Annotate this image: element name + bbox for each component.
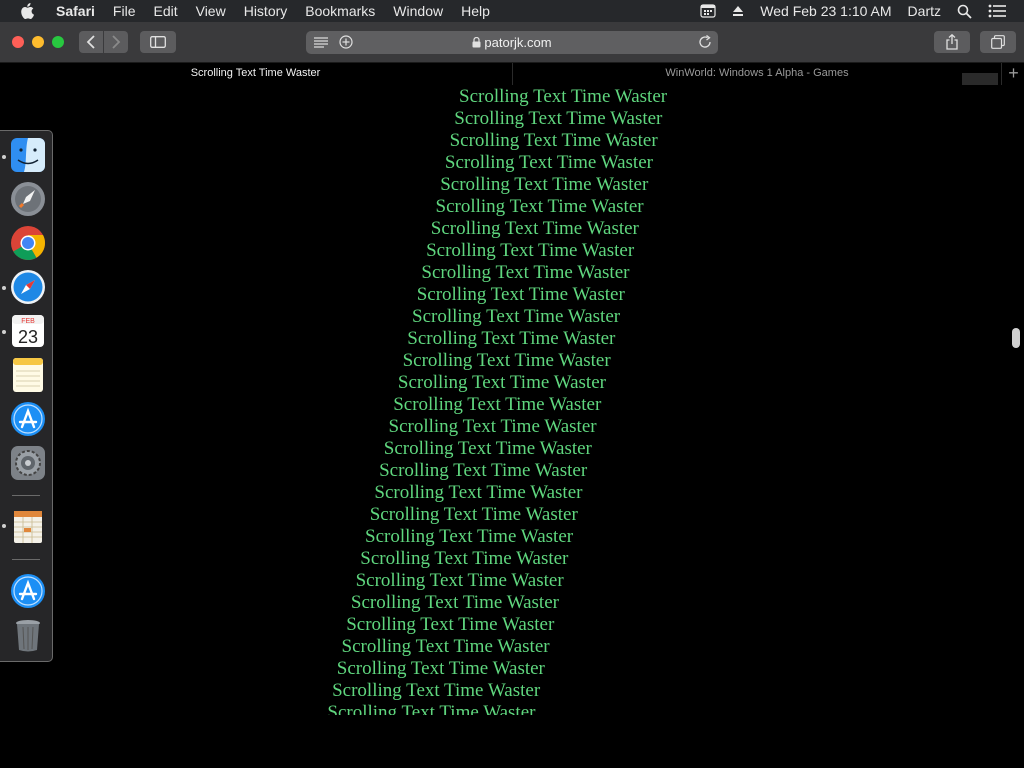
scrolling-text-line: Scrolling Text Time Waster	[388, 416, 597, 437]
spotlight-search-icon[interactable]	[957, 4, 972, 19]
scrolling-text-line: Scrolling Text Time Waster	[365, 526, 574, 547]
scrolling-text-line: Scrolling Text Time Waster	[459, 86, 668, 107]
trash-icon[interactable]	[10, 617, 46, 653]
show-all-tabs-button[interactable]	[980, 31, 1016, 53]
running-indicator	[2, 286, 6, 290]
share-icon	[946, 34, 958, 50]
clock[interactable]: Wed Feb 23 1:10 AM	[760, 0, 891, 22]
scrolling-text-line: Scrolling Text Time Waster	[374, 482, 583, 503]
menu-app-name[interactable]: Safari	[52, 0, 104, 22]
lock-icon	[472, 36, 481, 48]
scrolling-text-line: Scrolling Text Time Waster	[393, 394, 602, 415]
minimize-window-button[interactable]	[32, 36, 44, 48]
sidebar-toggle-button[interactable]	[140, 31, 176, 53]
scrolling-text-line: Scrolling Text Time Waster	[341, 636, 550, 657]
apple-menu-icon[interactable]	[20, 2, 38, 20]
address-bar[interactable]: patorjk.com	[306, 31, 718, 54]
zoom-window-button[interactable]	[52, 36, 64, 48]
notes-icon[interactable]	[10, 357, 46, 393]
scrolling-text-line: Scrolling Text Time Waster	[379, 460, 588, 481]
menu-help[interactable]: Help	[452, 0, 499, 22]
scrolling-text-line: Scrolling Text Time Waster	[397, 372, 606, 393]
scrolling-text-line: Scrolling Text Time Waster	[350, 592, 559, 613]
scrolling-text-line: Scrolling Text Time Waster	[346, 614, 555, 635]
scrolling-text-line: Scrolling Text Time Waster	[435, 196, 644, 217]
calendar-status-icon[interactable]	[700, 4, 716, 18]
system-preferences-icon[interactable]	[10, 445, 46, 481]
sidebar-icon	[150, 36, 166, 48]
menu-file[interactable]: File	[104, 0, 145, 22]
url-text: patorjk.com	[484, 35, 552, 50]
menu-history[interactable]: History	[235, 0, 297, 22]
close-window-button[interactable]	[12, 36, 24, 48]
scrolling-text-line: Scrolling Text Time Waster	[369, 504, 578, 525]
scrolling-text-line: Scrolling Text Time Waster	[383, 438, 592, 459]
scrollbar-thumb[interactable]	[1012, 328, 1020, 348]
scrolling-text-line: Scrolling Text Time Waster	[355, 570, 564, 591]
tab-strip-marker	[962, 73, 998, 85]
back-button[interactable]	[79, 31, 103, 53]
chevron-right-icon	[112, 35, 121, 49]
finder-icon[interactable]	[10, 137, 46, 173]
scrolling-text-line: Scrolling Text Time Waster	[426, 240, 635, 261]
calendar-month: FEB	[21, 318, 35, 325]
menu-window[interactable]: Window	[384, 0, 452, 22]
tab-scrolling-text[interactable]: Scrolling Text Time Waster	[0, 63, 511, 85]
calendar-day: 23	[18, 327, 38, 347]
share-button[interactable]	[934, 31, 970, 53]
scrolling-text-line: Scrolling Text Time Waster	[327, 702, 536, 715]
dock: FEB 23	[0, 130, 53, 662]
menu-bar: Safari File Edit View History Bookmarks …	[0, 0, 1024, 22]
eject-icon[interactable]	[732, 5, 744, 17]
scrolling-text-line: Scrolling Text Time Waster	[332, 680, 541, 701]
scrolling-text-line: Scrolling Text Time Waster	[407, 328, 616, 349]
calendar-icon[interactable]: FEB 23	[10, 313, 46, 349]
forward-button[interactable]	[104, 31, 128, 53]
new-tab-button[interactable]: +	[1001, 63, 1024, 85]
menu-view[interactable]: View	[187, 0, 235, 22]
scrolling-text-line: Scrolling Text Time Waster	[416, 284, 625, 305]
scrolling-text-line: Scrolling Text Time Waster	[449, 130, 658, 151]
menu-bookmarks[interactable]: Bookmarks	[296, 0, 384, 22]
chevron-left-icon	[86, 35, 95, 49]
dock-separator	[12, 559, 40, 560]
running-indicator	[2, 524, 6, 528]
launchpad-icon[interactable]	[10, 181, 46, 217]
tab-winworld[interactable]: WinWorld: Windows 1 Alpha - Games	[512, 63, 1001, 85]
tab-bar: Scrolling Text Time Waster WinWorld: Win…	[0, 63, 1024, 85]
url-display[interactable]: patorjk.com	[306, 31, 718, 54]
numbers-icon[interactable]	[10, 509, 46, 545]
reload-icon[interactable]	[698, 34, 712, 52]
notification-center-icon[interactable]	[988, 4, 1006, 18]
scrolling-text-line: Scrolling Text Time Waster	[412, 306, 621, 327]
safari-icon[interactable]	[10, 269, 46, 305]
running-indicator	[2, 155, 6, 159]
scrolling-text-line: Scrolling Text Time Waster	[421, 262, 630, 283]
scrolling-text-line: Scrolling Text Time Waster	[402, 350, 611, 371]
scrolling-text-line: Scrolling Text Time Waster	[430, 218, 639, 239]
scrolling-text-line: Scrolling Text Time Waster	[444, 152, 653, 173]
app-store-downloads-icon[interactable]	[10, 573, 46, 609]
scrolling-text-line: Scrolling Text Time Waster	[360, 548, 569, 569]
chrome-icon[interactable]	[10, 225, 46, 261]
scrolling-text-line: Scrolling Text Time Waster	[440, 174, 649, 195]
tabs-overview-icon	[991, 35, 1005, 49]
dock-separator	[12, 495, 40, 496]
menu-edit[interactable]: Edit	[144, 0, 186, 22]
running-indicator	[2, 330, 6, 334]
app-store-icon[interactable]	[10, 401, 46, 437]
user-name[interactable]: Dartz	[908, 0, 941, 22]
safari-toolbar: patorjk.com	[0, 22, 1024, 63]
scrolling-text-line: Scrolling Text Time Waster	[454, 108, 663, 129]
scrolling-text-line: Scrolling Text Time Waster	[336, 658, 545, 679]
web-page-content[interactable]: Scrolling Text Time Waster Scrolling Text…	[0, 85, 1024, 715]
